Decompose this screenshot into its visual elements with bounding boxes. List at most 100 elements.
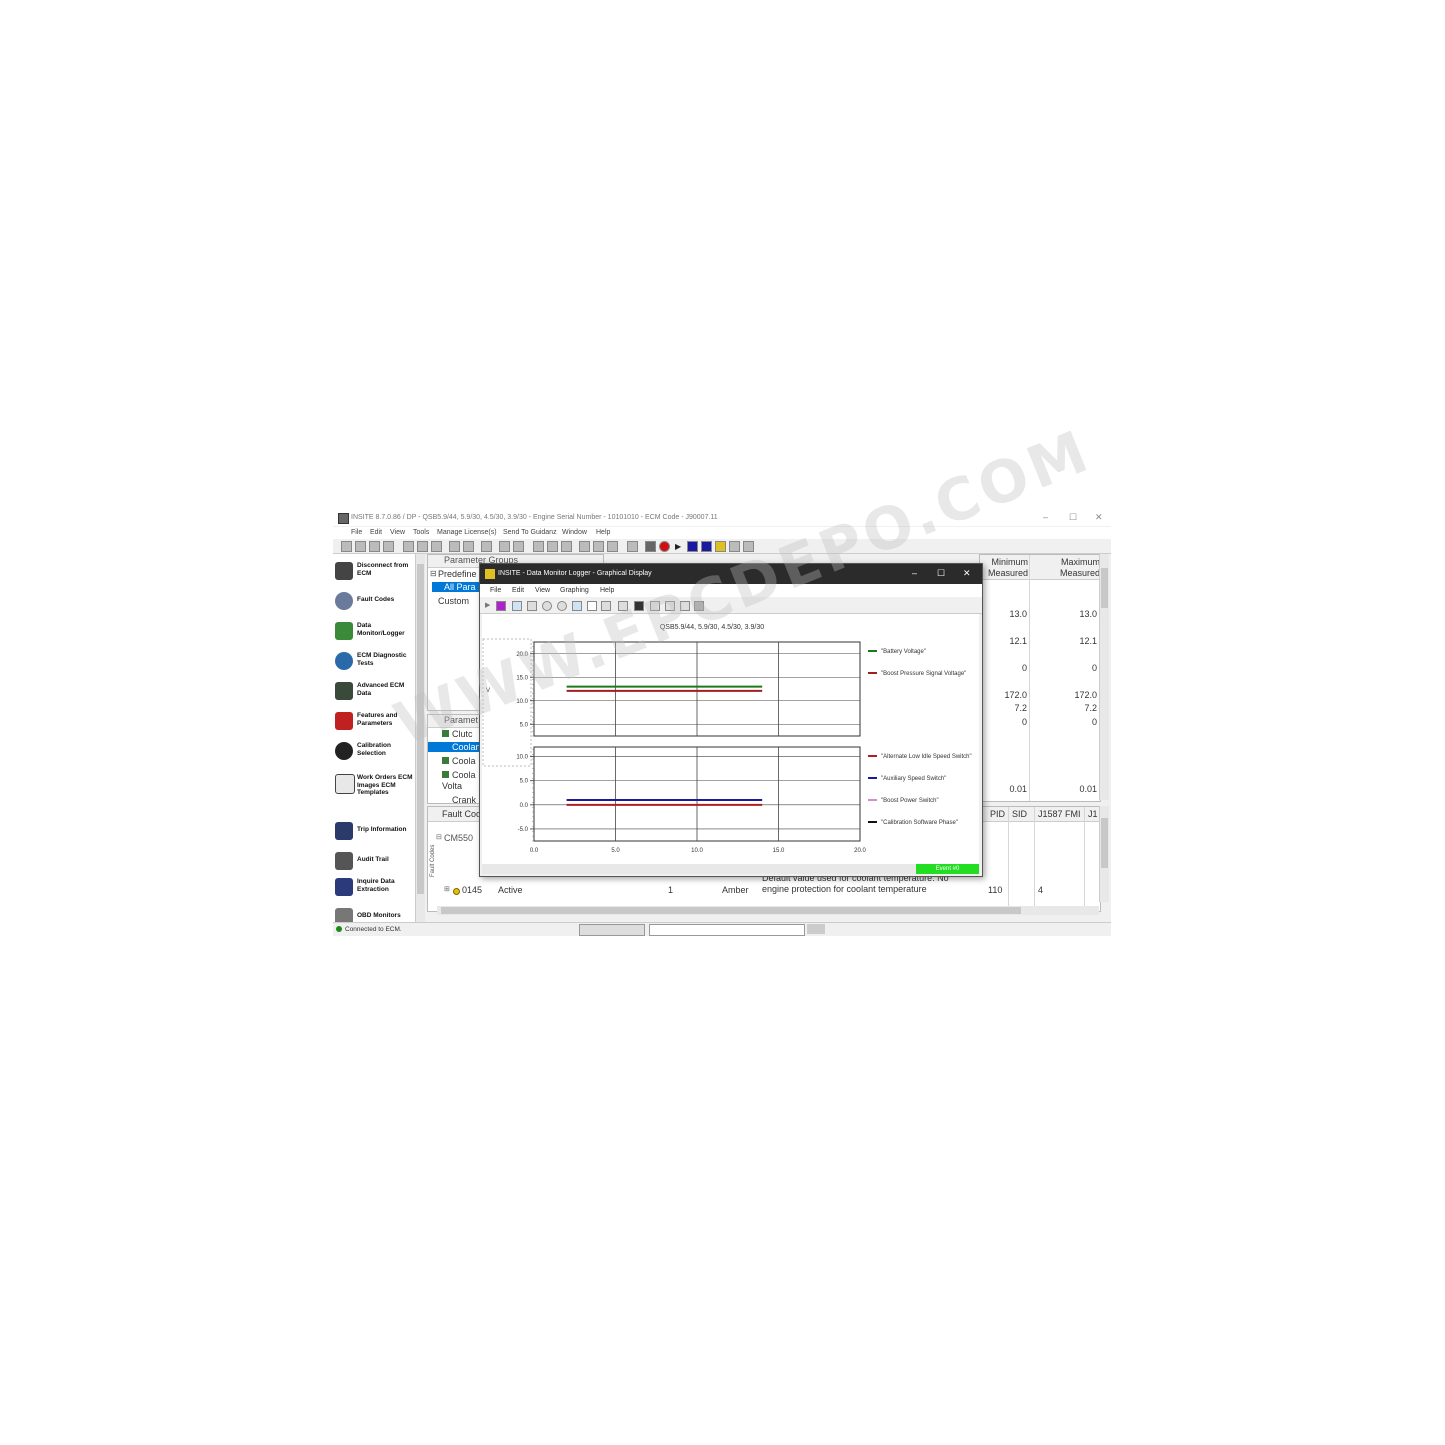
nav-trip-information[interactable]: Trip Information <box>335 820 415 848</box>
menu-edit[interactable]: Edit <box>370 529 382 536</box>
param-row[interactable]: Coola <box>442 756 476 766</box>
nav-scrollbar[interactable] <box>415 554 425 922</box>
toolbar-paste-icon[interactable] <box>431 541 442 552</box>
graph-print-icon[interactable] <box>650 601 660 611</box>
maximize-button[interactable]: ☐ <box>1069 512 1077 523</box>
toolbar-print-preview-icon[interactable] <box>463 541 474 552</box>
toolbar-grid-icon[interactable] <box>383 541 394 552</box>
menu-manage-licenses[interactable]: Manage License(s) <box>437 529 497 536</box>
status-dropdown[interactable] <box>649 924 805 936</box>
graph-menu-help[interactable]: Help <box>600 587 614 594</box>
fault-codes-side-tab[interactable]: Fault Codes <box>430 845 436 877</box>
toolbar-upload-icon[interactable] <box>547 541 558 552</box>
nav-audit-trail[interactable]: Audit Trail <box>335 850 415 878</box>
toolbar-disconnect-icon[interactable] <box>355 541 366 552</box>
select-pointer-icon[interactable] <box>572 601 582 611</box>
graph-close-button[interactable]: ✕ <box>963 568 971 579</box>
toolbar-edit-icon[interactable] <box>513 541 524 552</box>
toolbar-print-icon[interactable] <box>449 541 460 552</box>
nav-work-orders[interactable]: Work Orders ECM Images ECM Templates <box>335 772 415 808</box>
nav-features-and-parameters[interactable]: Features and Parameters <box>335 710 415 738</box>
graph-menu-edit[interactable]: Edit <box>512 587 524 594</box>
j1587-fmi-column-header[interactable]: J1587 FMI <box>1038 809 1081 819</box>
measured-scrollbar-thumb[interactable] <box>1101 568 1108 608</box>
toolbar-camera-icon[interactable] <box>645 541 656 552</box>
graph-save-icon[interactable] <box>634 601 644 611</box>
toolbar-export-icon[interactable] <box>743 541 754 552</box>
graph-print-preview-icon[interactable] <box>665 601 675 611</box>
nav-inquire-data-extraction[interactable]: Inquire Data Extraction <box>335 876 415 904</box>
graph-pan-icon[interactable] <box>512 601 522 611</box>
minimize-button[interactable]: – <box>1043 512 1048 522</box>
toolbar-snapshot-icon[interactable] <box>729 541 740 552</box>
nav-fault-codes[interactable]: Fault Codes <box>335 590 415 618</box>
nav-disconnect-from-ecm[interactable]: Disconnect from ECM <box>335 560 415 588</box>
param-row[interactable]: Coola Volta <box>442 770 482 792</box>
nav-obd-monitors[interactable]: OBD Monitors <box>335 906 415 922</box>
toolbar-stop-icon[interactable] <box>701 541 712 552</box>
toolbar-find-icon[interactable] <box>481 541 492 552</box>
graph-copy-icon[interactable] <box>680 601 690 611</box>
menu-view[interactable]: View <box>390 529 405 536</box>
toolbar-ecm-icon[interactable] <box>369 541 380 552</box>
toolbar-play-icon[interactable]: ▶ <box>675 542 681 551</box>
toolbar-filter-icon[interactable] <box>607 541 618 552</box>
toolbar-back-icon[interactable] <box>533 541 544 552</box>
graph-menu-view[interactable]: View <box>535 587 550 594</box>
toolbar-connect-icon[interactable] <box>341 541 352 552</box>
toolbar-list2-icon[interactable] <box>593 541 604 552</box>
menu-file[interactable]: File <box>351 529 362 536</box>
toolbar-pause-icon[interactable] <box>687 541 698 552</box>
status-selector[interactable] <box>579 924 645 936</box>
nav-calibration-selection[interactable]: Calibration Selection <box>335 740 415 768</box>
fault-scrollbar-thumb[interactable] <box>1101 818 1108 868</box>
zoom-in-icon[interactable] <box>557 601 567 611</box>
nav-scrollbar-thumb[interactable] <box>417 564 424 894</box>
graph-settings-icon[interactable] <box>618 601 628 611</box>
toolbar-copy-icon[interactable] <box>417 541 428 552</box>
graph-menu-graphing[interactable]: Graphing <box>560 587 589 594</box>
zoom-out-icon[interactable] <box>542 601 552 611</box>
fault-code-value[interactable]: 0145 <box>462 885 482 895</box>
param-row[interactable]: Crank <box>452 795 476 803</box>
toolbar-monitor-icon[interactable] <box>715 541 726 552</box>
toolbar-record-icon[interactable] <box>659 541 670 552</box>
nav-data-monitor-logger[interactable]: Data Monitor/Logger <box>335 620 415 648</box>
group-custom[interactable]: Custom <box>438 596 469 606</box>
row-expand-icon[interactable]: ⊞ <box>444 885 450 893</box>
toolbar-report-icon[interactable] <box>499 541 510 552</box>
expand-icon[interactable]: ⊟ <box>430 569 437 578</box>
group-expand-icon[interactable]: ⊟ <box>436 833 442 841</box>
select-box-icon[interactable] <box>587 601 597 611</box>
close-button[interactable]: ✕ <box>1095 512 1103 523</box>
graph-menu-file[interactable]: File <box>490 587 501 594</box>
step-icon[interactable] <box>601 601 611 611</box>
menu-tools[interactable]: Tools <box>413 529 429 536</box>
toolbar-save-icon[interactable] <box>561 541 572 552</box>
graph-minimize-button[interactable]: – <box>912 568 917 578</box>
graph-maximize-button[interactable]: ☐ <box>937 568 945 579</box>
graph-export-icon[interactable] <box>694 601 704 611</box>
toolbar-list-icon[interactable] <box>579 541 590 552</box>
legend-label: "Boost Power Switch" <box>881 798 939 804</box>
toolbar-cut-icon[interactable] <box>403 541 414 552</box>
nav-ecm-diagnostic-tests[interactable]: ECM Diagnostic Tests <box>335 650 415 678</box>
fault-scrollbar[interactable] <box>1099 806 1109 902</box>
fault-hscrollbar-thumb[interactable] <box>441 907 1021 914</box>
graph-pause-icon[interactable] <box>496 601 506 611</box>
pid-column-header[interactable]: PID <box>990 809 1005 819</box>
toolbar-page-icon[interactable] <box>627 541 638 552</box>
sid-column-header[interactable]: SID <box>1012 809 1027 819</box>
graph-move-icon[interactable] <box>527 601 537 611</box>
menu-window[interactable]: Window <box>562 529 587 536</box>
j1-column-header[interactable]: J1 <box>1088 809 1098 819</box>
y-tick-label: 0.0 <box>520 803 529 809</box>
graph-play-icon[interactable]: ▶ <box>485 601 490 609</box>
fault-hscrollbar[interactable] <box>437 906 1099 915</box>
group-predefined[interactable]: Predefine <box>438 569 477 579</box>
nav-advanced-ecm-data[interactable]: Advanced ECM Data <box>335 680 415 708</box>
menu-send-to-guidanz[interactable]: Send To Guidanz <box>503 529 557 536</box>
menu-help[interactable]: Help <box>596 529 610 536</box>
measured-scrollbar[interactable] <box>1099 554 1109 800</box>
param-row[interactable]: Clutc <box>442 729 473 739</box>
